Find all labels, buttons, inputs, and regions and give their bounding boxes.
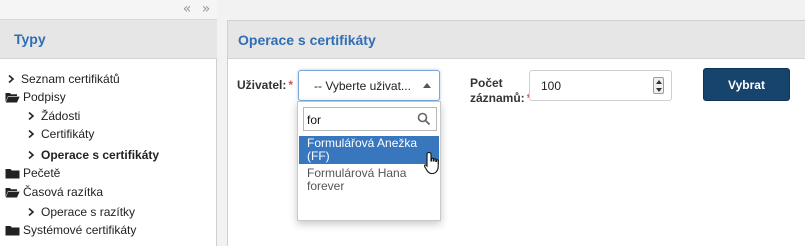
hand-cursor-icon [423,151,439,175]
folder-closed-icon [5,225,20,235]
expand-right-button[interactable]: » [199,2,213,18]
tree-item-label: Časová razítka [23,185,104,199]
count-field-label: Počet záznamů:* [470,76,531,106]
record-count-input[interactable]: 100 [529,70,672,101]
tree-item-label: Operace s certifikáty [41,148,160,162]
search-icon [417,112,431,126]
tree-item-podpisy[interactable]: Podpisy [5,88,66,106]
chevron-right-icon [28,208,35,216]
left-panel: « » Typy Seznam certifikátů Podpisy Žádo… [0,0,217,246]
tree-item-operace-s-razitky[interactable]: Operace s razítky [27,203,135,221]
main-panel-header: Operace s certifikáty [228,21,805,59]
dropdown-search-value: for [307,113,322,127]
select-button[interactable]: Vybrat [703,68,790,101]
tree-item-certifikaty[interactable]: Certifikáty [27,125,94,143]
caret-up-icon [423,83,431,88]
tree-item-label: Pečetě [23,166,61,180]
dropdown-option[interactable]: Formulárová Hana forever [299,166,439,194]
folder-open-icon [5,92,20,102]
panel-title: Typy [14,31,46,47]
chevron-right-icon [28,112,35,120]
required-mark: * [288,78,294,92]
spinner-down-icon[interactable] [656,88,662,92]
folder-open-icon [5,187,20,197]
dropdown-option[interactable]: Formulářová Anežka (FF) [299,136,439,164]
user-select-value: -- Vyberte uživat... [314,79,411,93]
user-field-label: Uživatel: * [237,78,293,93]
dropdown-search-input[interactable]: for [303,107,437,131]
tree-item-label: Operace s razítky [41,205,136,219]
tree-item-zadosti[interactable]: Žádosti [27,107,80,125]
tree-item-casova-razitka[interactable]: Časová razítka [5,183,103,201]
page-title: Operace s certifikáty [238,32,376,48]
tree-item-systemove-certifikaty[interactable]: Systémové certifikáty [5,221,136,239]
main-panel: Operace s certifikáty Uživatel: * -- Vybe… [227,20,805,246]
tree-item-label: Certifikáty [41,127,95,141]
number-spinner[interactable] [653,77,664,94]
collapse-left-button[interactable]: « [180,2,194,18]
tree-item-label: Systémové certifikáty [23,223,137,237]
user-label-text: Uživatel: [237,78,287,92]
user-select[interactable]: -- Vyberte uživat... [298,70,440,101]
tree-item-pecete[interactable]: Pečetě [5,164,60,182]
left-toolbar: « » [0,0,217,20]
option-detail: forever [307,179,345,193]
record-count-value: 100 [541,79,562,93]
folder-closed-icon [5,168,20,178]
tree-item-seznam-certifikatu[interactable]: Seznam certifikátů [7,70,120,88]
chevron-right-icon [28,130,35,138]
tree-item-label: Seznam certifikátů [21,72,120,86]
tree-item-operace-s-certifikaty[interactable]: Operace s certifikáty [27,146,159,164]
count-label-line1: Počet [470,76,503,90]
count-label-line2: záznamů: [470,91,525,105]
tree-item-label: Žádosti [41,109,81,123]
option-detail: (FF) [307,149,330,163]
spinner-up-icon[interactable] [656,80,662,84]
chevron-right-icon [28,151,35,159]
chevron-right-icon [8,75,15,83]
left-panel-header: Typy [0,20,217,59]
tree-item-label: Podpisy [23,90,66,104]
user-dropdown: for Formulářová Anežka (FF) Formulárová … [297,101,441,221]
